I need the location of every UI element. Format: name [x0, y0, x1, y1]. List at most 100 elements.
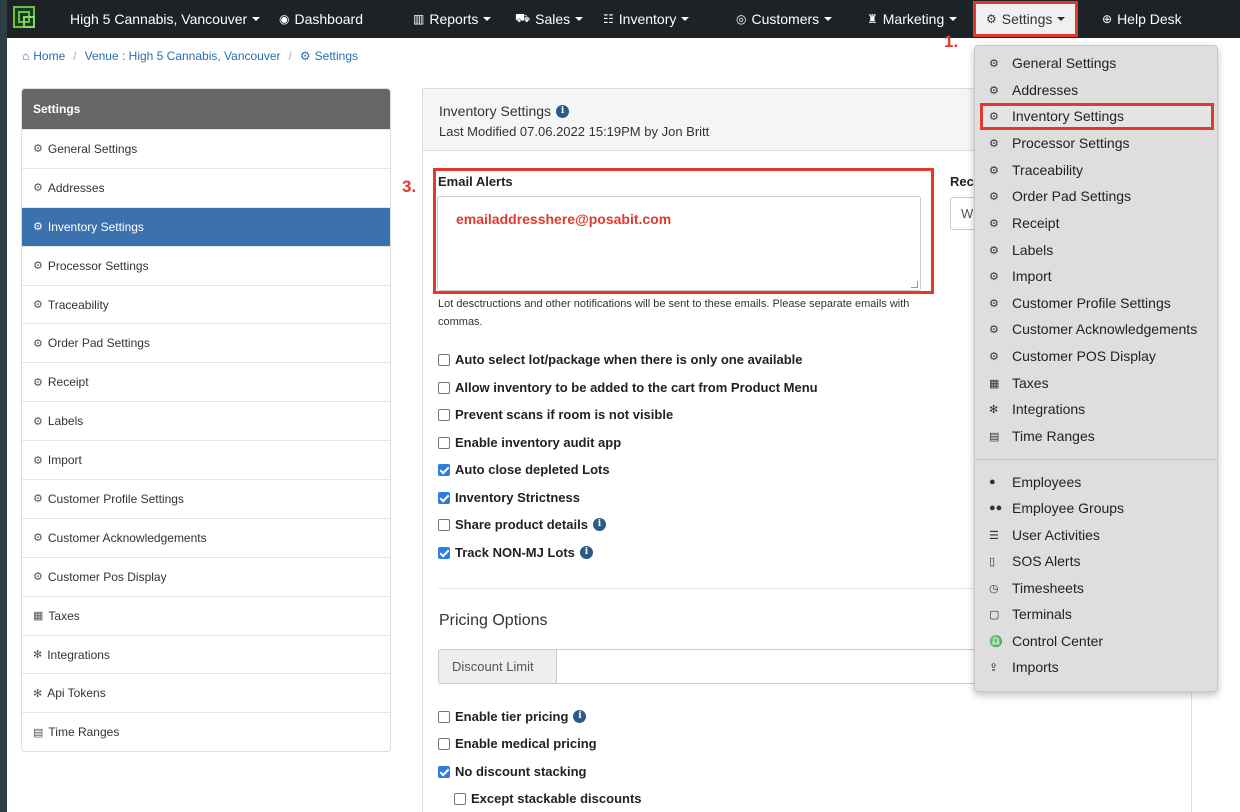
sidebar-item-labels[interactable]: ⚙ Labels — [22, 401, 390, 440]
menu-item-time-ranges[interactable]: ▤ Time Ranges — [975, 423, 1217, 450]
menu-item-import[interactable]: ⚙ Import — [975, 263, 1217, 290]
menu-item-integrations[interactable]: ✻ Integrations — [975, 396, 1217, 423]
checkbox-enable-medical-pricing[interactable]: Enable medical pricing — [438, 736, 597, 751]
gears-icon: ⚙ — [989, 110, 999, 123]
menu-item-employee-groups[interactable]: ●● Employee Groups — [975, 495, 1217, 522]
checkbox-no-discount-stacking[interactable]: No discount stacking — [438, 764, 586, 779]
sidebar-item-label: Taxes — [48, 608, 80, 623]
nav-reports[interactable]: ▥ Reports — [413, 0, 492, 38]
checkbox-prevent-scans[interactable]: Prevent scans if room is not visible — [438, 407, 673, 422]
menu-item-labels[interactable]: ⚙ Labels — [975, 237, 1217, 264]
checkbox[interactable] — [438, 436, 450, 449]
bar-chart-icon: ▥ — [413, 12, 425, 26]
checkbox-share-product-details[interactable]: Share product details i — [438, 517, 606, 532]
gears-icon: ⚙ — [989, 244, 999, 257]
panel-title-text: Inventory Settings — [439, 103, 552, 119]
checkbox-checked[interactable] — [438, 546, 450, 559]
discount-limit-input[interactable] — [556, 649, 986, 684]
brand-logo[interactable] — [13, 6, 35, 28]
checkbox[interactable] — [438, 710, 450, 723]
breadcrumb-current[interactable]: Settings — [315, 49, 358, 63]
info-icon[interactable]: i — [592, 518, 606, 531]
checkbox-track-non-mj-lots[interactable]: Track NON-MJ Lots i — [438, 545, 593, 560]
nav-sales[interactable]: ⛟ Sales — [515, 0, 584, 38]
sidebar-item-taxes[interactable]: ▦ Taxes — [22, 595, 390, 635]
sidebar-item-integrations[interactable]: ✻ Integrations — [22, 634, 390, 674]
breadcrumb-venue[interactable]: Venue : High 5 Cannabis, Vancouver — [85, 49, 281, 63]
resize-grip-icon[interactable] — [911, 281, 918, 288]
sidebar-item-traceability[interactable]: ⚙ Traceability — [22, 284, 390, 324]
menu-item-employees[interactable]: ● Employees — [975, 469, 1217, 496]
sidebar-item-api-tokens[interactable]: ✻ Api Tokens — [22, 673, 390, 712]
menu-item-user-activities[interactable]: ☰ User Activities — [975, 522, 1217, 549]
breadcrumb-home[interactable]: Home — [33, 49, 65, 63]
menu-item-inventory-settings[interactable]: ⚙ Inventory Settings — [980, 103, 1214, 130]
sidebar-item-time-ranges[interactable]: ▤ Time Ranges — [22, 712, 390, 751]
checkbox-checked[interactable] — [438, 491, 450, 504]
menu-item-customer-pos-display[interactable]: ⚙ Customer POS Display — [975, 343, 1217, 370]
email-alerts-textarea[interactable]: emailaddresshere@posabit.com — [437, 196, 921, 291]
sidebar-item-processor-settings[interactable]: ⚙ Processor Settings — [22, 245, 390, 285]
checkbox[interactable] — [438, 381, 450, 394]
breadcrumb-separator: / — [73, 49, 77, 63]
menu-item-imports[interactable]: ⇪ Imports — [975, 654, 1217, 681]
checkbox[interactable] — [438, 737, 450, 750]
checkbox-label: Share product details — [455, 517, 588, 532]
sidebar-item-general-settings[interactable]: ⚙ General Settings — [22, 129, 390, 168]
info-icon[interactable]: i — [579, 546, 593, 559]
checkbox-inventory-strictness[interactable]: Inventory Strictness — [438, 490, 580, 505]
checkbox[interactable] — [438, 518, 450, 531]
user-icon: ● — [989, 476, 996, 489]
menu-item-terminals[interactable]: ▢ Terminals — [975, 601, 1217, 628]
checkbox[interactable] — [438, 353, 450, 366]
menu-item-customer-acknowledgements[interactable]: ⚙ Customer Acknowledgements — [975, 316, 1217, 343]
menu-item-control-center[interactable]: ♎ Control Center — [975, 628, 1217, 655]
nav-customers[interactable]: ◎ Customers — [736, 0, 833, 38]
gears-icon: ⚙ — [989, 137, 999, 150]
sidebar-item-customer-profile-settings[interactable]: ⚙ Customer Profile Settings — [22, 479, 390, 518]
menu-item-processor-settings[interactable]: ⚙ Processor Settings — [975, 130, 1217, 157]
checkbox-enable-tier-pricing[interactable]: Enable tier pricing i — [438, 709, 587, 724]
checkbox-label: Auto close depleted Lots — [455, 462, 610, 477]
gears-icon: ⚙ — [33, 299, 43, 311]
sidebar-item-inventory-settings[interactable]: ⚙ Inventory Settings — [22, 206, 390, 246]
checkbox-label: Allow inventory to be added to the cart … — [455, 380, 818, 395]
menu-item-customer-profile-settings[interactable]: ⚙ Customer Profile Settings — [975, 290, 1217, 317]
menu-item-label: SOS Alerts — [1012, 553, 1081, 570]
sidebar-item-addresses[interactable]: ⚙ Addresses — [22, 167, 390, 207]
info-icon[interactable]: i — [573, 710, 587, 723]
menu-item-receipt[interactable]: ⚙ Receipt — [975, 210, 1217, 237]
menu-item-order-pad-settings[interactable]: ⚙ Order Pad Settings — [975, 183, 1217, 210]
checkbox-auto-select-lot[interactable]: Auto select lot/package when there is on… — [438, 352, 803, 367]
menu-item-timesheets[interactable]: ◷ Timesheets — [975, 575, 1217, 602]
menu-item-general-settings[interactable]: ⚙ General Settings — [975, 50, 1217, 77]
sidebar-item-order-pad-settings[interactable]: ⚙ Order Pad Settings — [22, 323, 390, 362]
rec-label: Rec — [950, 174, 974, 189]
checkbox-except-stackable[interactable]: Except stackable discounts — [454, 791, 642, 806]
nav-inventory[interactable]: ☷ Inventory — [603, 0, 690, 38]
sidebar-item-customer-pos-display[interactable]: ⚙ Customer Pos Display — [22, 556, 390, 596]
checkbox-auto-close-lots[interactable]: Auto close depleted Lots — [438, 462, 610, 477]
checkbox-enable-audit-app[interactable]: Enable inventory audit app — [438, 435, 621, 450]
checkbox[interactable] — [454, 792, 466, 805]
menu-item-addresses[interactable]: ⚙ Addresses — [975, 77, 1217, 104]
sidebar-item-label: Addresses — [47, 180, 105, 195]
checkbox-checked[interactable] — [438, 463, 450, 476]
sidebar-item-customer-acknowledgements[interactable]: ⚙ Customer Acknowledgements — [22, 517, 390, 557]
nav-dashboard[interactable]: ◉ Dashboard — [279, 0, 363, 38]
nav-help-desk[interactable]: ⊕ Help Desk — [1102, 0, 1182, 38]
nav-help-desk-label: Help Desk — [1117, 11, 1182, 27]
sidebar-item-import[interactable]: ⚙ Import — [22, 440, 390, 479]
checkbox[interactable] — [438, 408, 450, 421]
sidebar-item-receipt[interactable]: ⚙ Receipt — [22, 362, 390, 401]
info-icon[interactable]: i — [556, 104, 570, 118]
checkbox-allow-inventory-cart[interactable]: Allow inventory to be added to the cart … — [438, 380, 818, 395]
nav-dashboard-label: Dashboard — [294, 11, 363, 27]
menu-item-sos-alerts[interactable]: ▯ SOS Alerts — [975, 548, 1217, 575]
menu-item-taxes[interactable]: ▦ Taxes — [975, 370, 1217, 397]
chevron-down-icon — [681, 17, 690, 21]
nav-settings[interactable]: ⚙ Settings — [973, 1, 1079, 37]
venue-menu[interactable]: High 5 Cannabis, Vancouver — [70, 0, 261, 38]
menu-item-traceability[interactable]: ⚙ Traceability — [975, 157, 1217, 184]
checkbox-checked[interactable] — [438, 765, 450, 778]
